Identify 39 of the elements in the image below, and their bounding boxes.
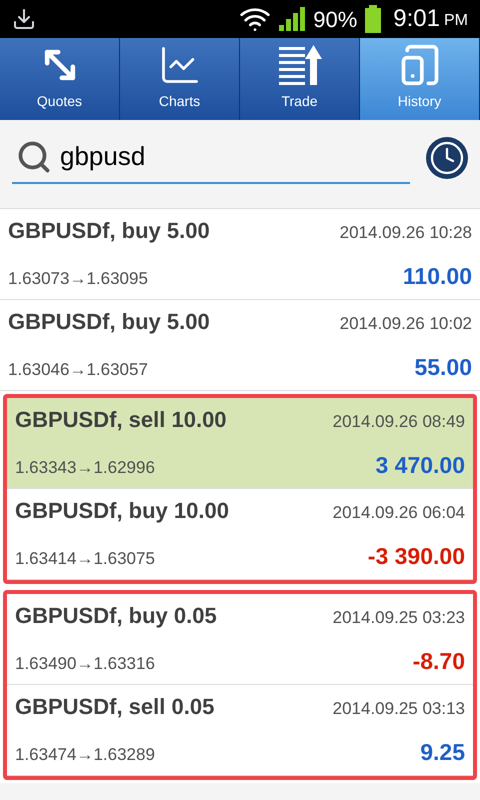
trade-title: GBPUSDf, buy 10.00	[15, 497, 229, 526]
clock-time: 9:01	[393, 4, 440, 34]
trade-prices: 1.63474→1.63289	[15, 744, 155, 766]
trade-time: 2014.09.26 10:02	[340, 313, 472, 336]
trade-time: 2014.09.26 10:28	[340, 222, 472, 244]
tab[interactable]: Charts	[120, 38, 240, 120]
trade-time: 2014.09.25 03:13	[332, 698, 465, 720]
trade-title: GBPUSDf, sell 10.00	[15, 406, 227, 434]
trade-time: 2014.09.26 06:04	[332, 502, 465, 524]
tab[interactable]: Quotes	[0, 38, 120, 120]
clock-icon	[429, 140, 465, 176]
signal-icon	[279, 7, 306, 31]
search-icon	[16, 138, 52, 174]
trade-profit: 9.25	[420, 738, 465, 768]
tab[interactable]: Trade	[240, 38, 360, 120]
trade-time: 2014.09.26 08:49	[332, 411, 465, 434]
search-input[interactable]: gbpusd	[60, 137, 406, 176]
trade-profit: 110.00	[402, 262, 472, 292]
history-clock-button[interactable]	[426, 136, 468, 178]
trade-prices: 1.63073→1.63095	[8, 268, 148, 290]
trade-profit: -3 390.00	[368, 542, 465, 572]
trade-prices: 1.63046→1.63057	[8, 359, 148, 382]
battery-icon	[365, 5, 382, 33]
trade-profit: -8.70	[412, 647, 465, 676]
trade-profit: 55.00	[414, 353, 472, 382]
trade-row[interactable]: GBPUSDf, sell 10.00 2014.09.26 08:49 1.63343→1.62996 3 470.00	[7, 398, 473, 489]
trade-title: GBPUSDf, buy 0.05	[15, 602, 217, 630]
trade-title: GBPUSDf, sell 0.05	[15, 693, 214, 722]
list-arrow-icon	[276, 43, 322, 87]
download-icon	[12, 7, 36, 31]
clock-ampm: PM	[444, 11, 468, 31]
trade-time: 2014.09.25 03:23	[332, 607, 465, 630]
trade-prices: 1.63490→1.63316	[15, 653, 155, 676]
trade-prices: 1.63343→1.62996	[15, 457, 155, 480]
trade-title: GBPUSDf, buy 5.00	[8, 217, 210, 246]
trade-prices: 1.63414→1.63075	[15, 548, 155, 570]
trade-title: GBPUSDf, buy 5.00	[8, 308, 210, 336]
battery-percent: 90%	[313, 6, 358, 34]
trade-profit: 3 470.00	[375, 451, 465, 480]
